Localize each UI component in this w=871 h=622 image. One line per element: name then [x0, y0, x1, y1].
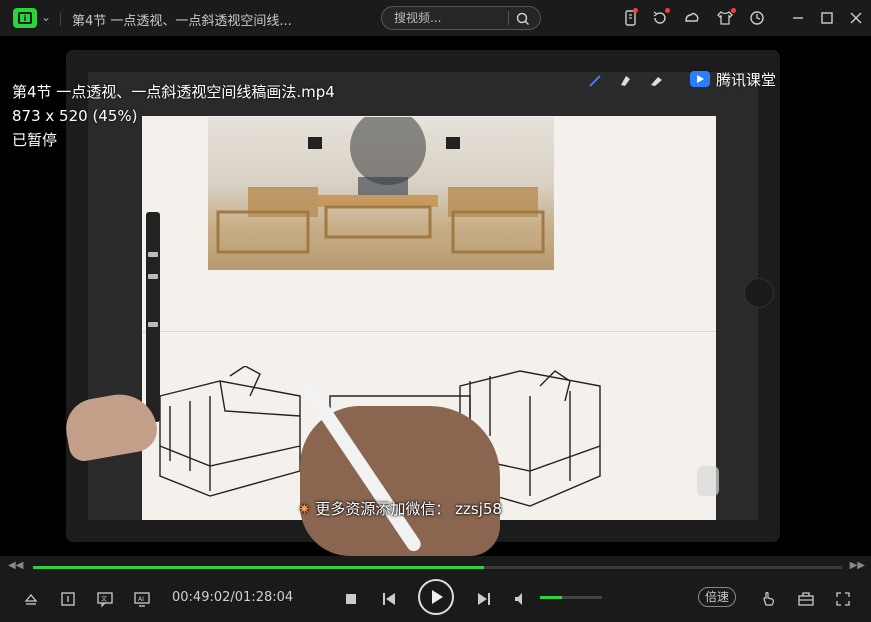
progress-bar[interactable]	[33, 566, 842, 569]
notification-dot	[731, 8, 736, 13]
notification-dot	[633, 8, 638, 13]
divider	[60, 12, 61, 26]
guide-line	[142, 331, 716, 332]
tencent-classroom-logo-icon	[690, 71, 710, 87]
progress-fill	[33, 566, 485, 569]
tablet-slider-image	[697, 466, 719, 496]
fast-forward-icon[interactable]: ▶▶	[850, 560, 865, 571]
volume-slider[interactable]	[540, 596, 602, 599]
video-watermark: ✷ 更多资源添加微信： zzsj58	[298, 498, 502, 519]
window-title: 第4节 一点透视、一点斜透视空间线...	[72, 14, 292, 29]
search-box[interactable]	[381, 6, 541, 30]
toolbox-icon[interactable]	[797, 590, 815, 608]
brand-watermark: 腾讯课堂	[688, 68, 776, 90]
eject-icon[interactable]	[22, 590, 40, 608]
menu-chevron-down-icon[interactable]: ⌄	[41, 10, 51, 24]
playlist-icon[interactable]	[59, 590, 77, 608]
search-icon[interactable]	[514, 10, 532, 28]
svg-text:文: 文	[101, 595, 107, 603]
volume-icon[interactable]	[512, 590, 530, 608]
watermark-text: 更多资源添加微信： zzsj58	[315, 500, 502, 518]
video-frame[interactable]: 腾讯课堂 ✷ 更多资源添加微信： zzsj58 第4节 一点透视、一点斜透视空间…	[0, 36, 871, 556]
tablet-side-strip-image	[146, 212, 160, 422]
time-display: 00:49:02/01:28:04	[172, 590, 294, 605]
resolution-info: 873 x 520 (45%)	[12, 107, 138, 125]
progress-row: ◀◀ ▶▶	[0, 556, 871, 578]
fullscreen-icon[interactable]	[834, 590, 852, 608]
play-button[interactable]	[418, 579, 454, 615]
paused-status: 已暂停	[12, 131, 58, 149]
volume-fill	[540, 596, 562, 599]
close-icon[interactable]	[847, 9, 865, 27]
hand-gesture-icon[interactable]	[760, 590, 778, 608]
previous-icon[interactable]	[380, 590, 398, 608]
speed-button[interactable]: 倍速	[698, 587, 736, 607]
cloud-icon[interactable]	[683, 9, 701, 27]
star-icon: ✷	[298, 500, 311, 518]
notification-dot	[665, 8, 670, 13]
history-clock-icon[interactable]	[748, 9, 766, 27]
search-input[interactable]	[394, 10, 504, 26]
minimize-icon[interactable]	[789, 9, 807, 27]
tablet-home-button-image	[744, 278, 774, 308]
subtitle-icon[interactable]: 文	[96, 590, 114, 608]
rewind-icon[interactable]: ◀◀	[8, 560, 23, 571]
brand-text: 腾讯课堂	[716, 70, 777, 89]
maximize-icon[interactable]	[818, 9, 836, 27]
drawing-tools-icon	[589, 75, 662, 87]
stop-icon[interactable]	[342, 590, 360, 608]
file-info-overlay: 第4节 一点透视、一点斜透视空间线稿画法.mp4 873 x 520 (45%)…	[12, 80, 335, 152]
file-name: 第4节 一点透视、一点斜透视空间线稿画法.mp4	[12, 83, 335, 101]
title-bar: i ⌄ 第4节 一点透视、一点斜透视空间线...	[0, 0, 871, 36]
next-icon[interactable]	[475, 590, 493, 608]
app-logo-icon[interactable]: i	[13, 8, 37, 28]
control-bar: 文 AI 00:49:02/01:28:04 倍速	[0, 578, 871, 622]
divider	[508, 11, 509, 25]
svg-text:AI: AI	[138, 596, 144, 603]
play-icon	[432, 590, 443, 604]
screenshot-icon[interactable]: AI	[133, 590, 151, 608]
